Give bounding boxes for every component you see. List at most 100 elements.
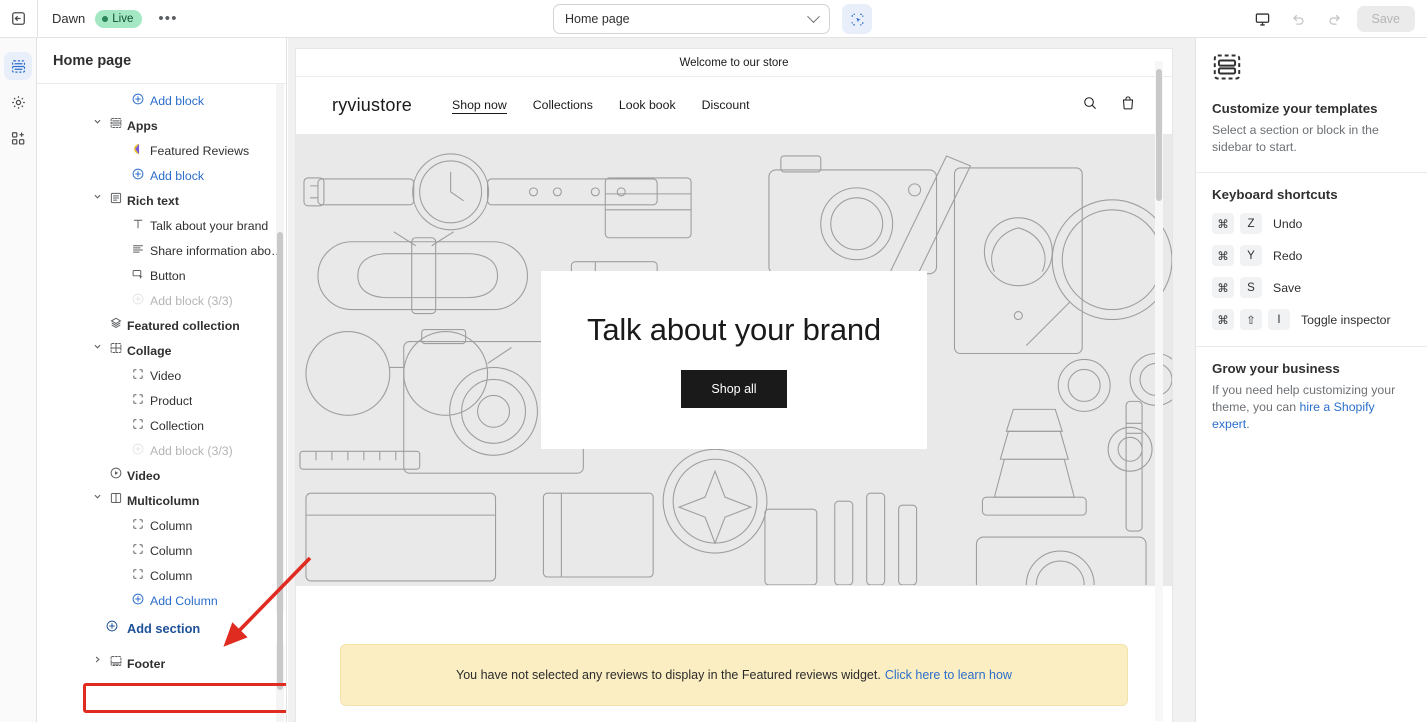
sidebar-item-label: Product bbox=[150, 394, 192, 408]
grow-business-heading: Grow your business bbox=[1212, 361, 1411, 376]
chevron-down-icon[interactable] bbox=[88, 117, 106, 126]
storefront-nav-item[interactable]: Look book bbox=[619, 98, 676, 114]
rich-text-icon bbox=[105, 191, 127, 205]
page-selector-group: Home page bbox=[553, 4, 872, 34]
sidebar-item-label: Featured collection bbox=[127, 319, 240, 333]
keyboard-shortcuts-heading: Keyboard shortcuts bbox=[1212, 187, 1411, 202]
keyboard-shortcut-label: Redo bbox=[1273, 249, 1302, 263]
keyboard-shortcut-label: Save bbox=[1273, 281, 1301, 295]
rail-item-sections[interactable] bbox=[4, 52, 32, 80]
footer-icon bbox=[105, 654, 127, 668]
sidebar-item-label: Share information about y… bbox=[150, 244, 286, 258]
exit-editor-button[interactable] bbox=[0, 0, 38, 38]
rail-item-apps[interactable] bbox=[4, 124, 32, 152]
sidebar-item-talk-about-your-brand[interactable]: Talk about your brand bbox=[37, 213, 286, 238]
inspector-toggle-button[interactable] bbox=[842, 4, 872, 34]
key-cap: Z bbox=[1240, 213, 1262, 234]
hero-content-card: Talk about your brand Shop all bbox=[541, 271, 927, 449]
chevron-down-icon[interactable] bbox=[88, 492, 106, 501]
sidebar-item-footer[interactable]: Footer bbox=[37, 651, 286, 676]
featured-reviews-app-icon bbox=[127, 142, 149, 156]
redo-button[interactable] bbox=[1321, 5, 1349, 33]
key-cap: ⌘ bbox=[1212, 309, 1234, 330]
featured-reviews-notice: You have not selected any reviews to dis… bbox=[340, 644, 1128, 706]
sidebar-item-video[interactable]: Video bbox=[37, 363, 286, 388]
sidebar-item-button[interactable]: Button bbox=[37, 263, 286, 288]
chevron-down-icon[interactable] bbox=[88, 342, 106, 351]
undo-button[interactable] bbox=[1285, 5, 1313, 33]
sidebar-item-share-information-about-y[interactable]: Share information about y… bbox=[37, 238, 286, 263]
chevron-right-icon[interactable] bbox=[88, 655, 106, 664]
keyboard-shortcuts-list: ⌘ZUndo⌘YRedo⌘SSave⌘⇧IToggle inspector bbox=[1212, 213, 1411, 330]
plus-circle-icon bbox=[127, 592, 149, 606]
keyboard-shortcut-row: ⌘YRedo bbox=[1212, 245, 1411, 266]
sidebar-item-column[interactable]: Column bbox=[37, 513, 286, 538]
sidebar-scrollbar-thumb[interactable] bbox=[277, 232, 283, 690]
block-placeholder-icon bbox=[127, 367, 149, 381]
sidebar-item-add-block-3-3: Add block (3/3) bbox=[37, 288, 286, 313]
sidebar-item-label: Talk about your brand bbox=[150, 219, 268, 233]
featured-reviews-section: You have not selected any reviews to dis… bbox=[296, 586, 1172, 706]
device-preview-button[interactable] bbox=[1249, 5, 1277, 33]
add-section-label: Add section bbox=[127, 621, 200, 636]
sidebar-item-rich-text[interactable]: Rich text bbox=[37, 188, 286, 213]
featured-reviews-learn-link[interactable]: Click here to learn how bbox=[885, 668, 1012, 682]
rail-item-settings[interactable] bbox=[4, 88, 32, 116]
grow-business-body: If you need help customizing your theme,… bbox=[1212, 382, 1411, 433]
theme-info: Dawn Live ••• bbox=[38, 10, 184, 28]
key-cap: Y bbox=[1240, 245, 1262, 266]
sidebar-item-label: Featured Reviews bbox=[150, 144, 249, 158]
sidebar-item-video[interactable]: Video bbox=[37, 463, 286, 488]
sidebar-item-add-block-3-3: Add block (3/3) bbox=[37, 438, 286, 463]
chevron-down-icon[interactable] bbox=[88, 192, 106, 201]
storefront-nav-item[interactable]: Collections bbox=[533, 98, 593, 114]
block-placeholder-icon bbox=[127, 567, 149, 581]
sidebar-item-label: Collage bbox=[127, 344, 171, 358]
sidebar-item-column[interactable]: Column bbox=[37, 538, 286, 563]
page-selector-dropdown[interactable]: Home page bbox=[553, 4, 830, 34]
store-logo[interactable]: ryviustore bbox=[332, 95, 412, 116]
key-cap: ⌘ bbox=[1212, 213, 1234, 234]
sidebar-item-add-column[interactable]: Add Column bbox=[37, 588, 286, 613]
sidebar-item-collage[interactable]: Collage bbox=[37, 338, 286, 363]
sidebar-item-add-block[interactable]: Add block bbox=[37, 88, 286, 113]
customize-templates-heading: Customize your templates bbox=[1212, 101, 1411, 116]
cart-icon[interactable] bbox=[1120, 95, 1136, 117]
storefront-nav-item[interactable]: Shop now bbox=[452, 98, 507, 114]
save-button[interactable]: Save bbox=[1357, 6, 1416, 32]
grow-business-block: Grow your business If you need help cust… bbox=[1196, 347, 1427, 449]
top-toolbar: Dawn Live ••• Home page bbox=[0, 0, 1427, 38]
keyboard-shortcuts-block: Keyboard shortcuts ⌘ZUndo⌘YRedo⌘SSave⌘⇧I… bbox=[1196, 173, 1427, 347]
sidebar-item-label: Column bbox=[150, 519, 192, 533]
storefront-nav-item[interactable]: Discount bbox=[702, 98, 750, 114]
hero-heading: Talk about your brand bbox=[587, 312, 881, 348]
hero-shop-all-button[interactable]: Shop all bbox=[681, 370, 786, 408]
search-icon[interactable] bbox=[1082, 95, 1098, 116]
sidebar-item-label: Video bbox=[150, 369, 181, 383]
sidebar-item-label: Add block bbox=[150, 169, 204, 183]
preview-scrollbar-thumb[interactable] bbox=[1156, 69, 1162, 201]
sidebar-item-collection[interactable]: Collection bbox=[37, 413, 286, 438]
sidebar-item-product[interactable]: Product bbox=[37, 388, 286, 413]
live-status-badge: Live bbox=[95, 10, 142, 28]
sidebar-item-apps[interactable]: Apps bbox=[37, 113, 286, 138]
sidebar-item-add-block[interactable]: Add block bbox=[37, 163, 286, 188]
sidebar-item-featured-collection[interactable]: Featured collection bbox=[37, 313, 286, 338]
hero-section: Talk about your brand Shop all bbox=[296, 134, 1172, 586]
block-placeholder-icon bbox=[127, 417, 149, 431]
sidebar-item-label: Rich text bbox=[127, 194, 179, 208]
keyboard-shortcut-label: Toggle inspector bbox=[1301, 313, 1391, 327]
sidebar-item-column[interactable]: Column bbox=[37, 563, 286, 588]
plus-circle-icon bbox=[127, 292, 149, 306]
keyboard-shortcut-label: Undo bbox=[1273, 217, 1302, 231]
more-options-button[interactable]: ••• bbox=[152, 14, 183, 24]
sidebar-item-featured-reviews[interactable]: Featured Reviews bbox=[37, 138, 286, 163]
section-tree: Add blockAppsFeatured ReviewsAdd blockRi… bbox=[37, 84, 286, 676]
sidebar-item-label: Button bbox=[150, 269, 186, 283]
toolbar-actions: Save bbox=[1249, 0, 1416, 38]
add-section-button[interactable]: Add section bbox=[37, 613, 286, 643]
sidebar-item-multicolumn[interactable]: Multicolumn bbox=[37, 488, 286, 513]
collection-icon bbox=[105, 316, 127, 330]
customize-templates-body: Select a section or block in the sidebar… bbox=[1212, 122, 1411, 156]
chevron-down-icon bbox=[807, 10, 820, 23]
